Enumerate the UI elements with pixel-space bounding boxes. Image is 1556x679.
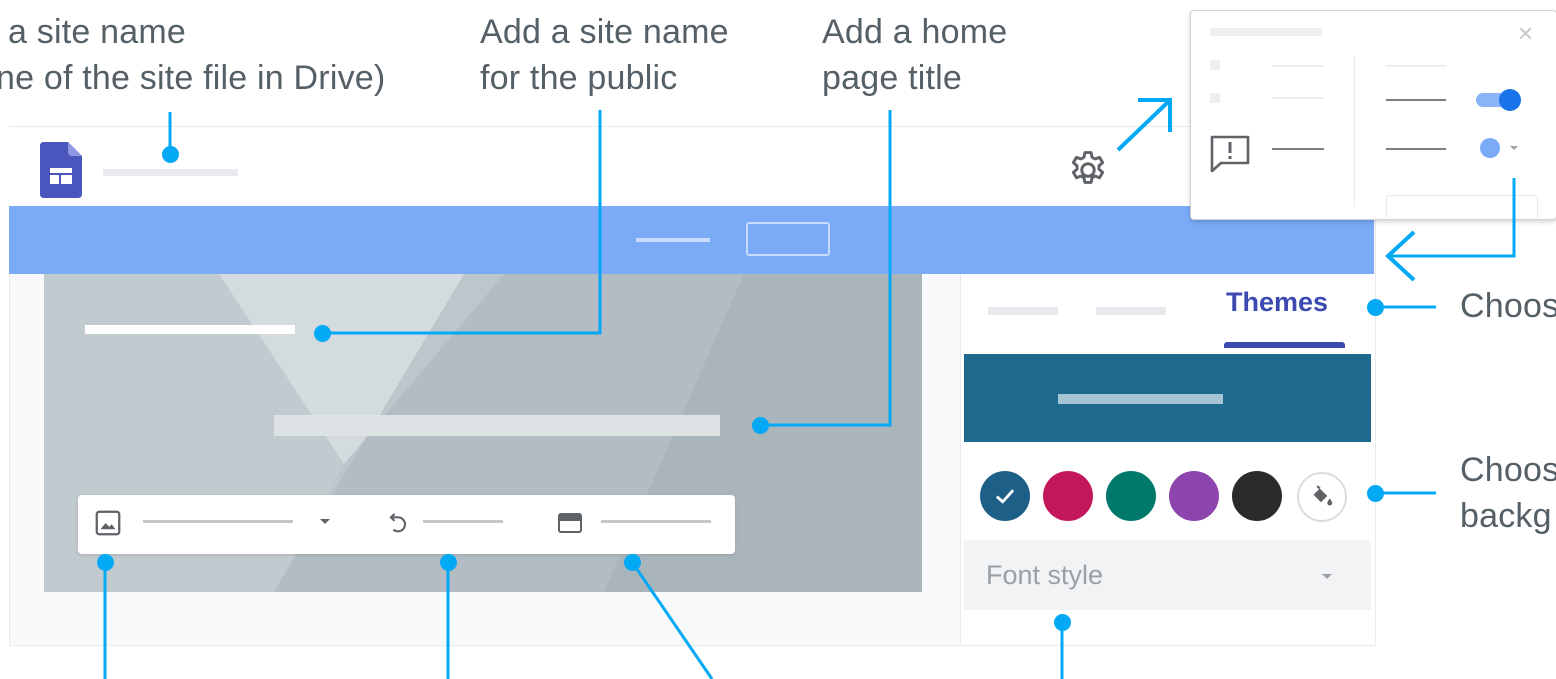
callout-home-title-line2: page title (822, 59, 962, 97)
home-page-title-field[interactable] (274, 415, 720, 436)
callout-public-name-line1: Add a site name (480, 13, 729, 51)
callout-dot-themes-tab (1367, 299, 1384, 316)
dialog-nav-item-1-label (1272, 65, 1324, 67)
callout-choose-bg-line2: backg (1460, 497, 1552, 535)
dialog-button-placeholder[interactable] (1386, 195, 1538, 218)
theme-name-placeholder (1058, 394, 1223, 404)
callout-dot-public-name (314, 325, 331, 342)
sites-logo-icon[interactable] (40, 142, 82, 203)
color-swatch-green[interactable] (1106, 471, 1156, 521)
close-icon[interactable]: × (1518, 18, 1533, 49)
callout-dot-background (1367, 485, 1384, 502)
callout-dot-site-name (162, 146, 179, 163)
callout-dot-header-type (624, 554, 641, 571)
reset-label-placeholder[interactable] (423, 520, 503, 523)
undo-icon[interactable] (384, 508, 412, 541)
callout-public-name-line2: for the public (480, 59, 678, 97)
callout-site-name-line1: a site name (8, 13, 186, 51)
color-swatch-purple[interactable] (1169, 471, 1219, 521)
color-swatch-pink[interactable] (1043, 471, 1093, 521)
editor-header (9, 127, 1374, 206)
public-site-name-field[interactable] (85, 325, 295, 334)
dialog-setting-row-3 (1386, 148, 1446, 150)
tab-insert-placeholder[interactable] (988, 307, 1058, 315)
callout-site-name-line2: ne of the site file in Drive) (0, 59, 386, 97)
callout-choose-bg-line1: Choos (1460, 451, 1556, 489)
callout-dot-font-style (1054, 614, 1071, 631)
arrowhead-nav-bar (1385, 230, 1416, 282)
feedback-icon[interactable] (1209, 134, 1251, 179)
tab-pages-placeholder[interactable] (1096, 307, 1166, 315)
color-picker-dropdown[interactable] (1474, 136, 1526, 165)
dialog-nav-item-3-label (1272, 148, 1324, 150)
tab-themes[interactable]: Themes (1226, 287, 1328, 318)
tab-themes-indicator (1224, 342, 1345, 348)
callout-choose-tab: Choos (1460, 287, 1556, 325)
dialog-column-divider (1354, 56, 1355, 206)
site-file-name-placeholder[interactable] (103, 169, 238, 176)
dropdown-arrow-icon[interactable] (318, 514, 332, 533)
callout-dot-reset (440, 554, 457, 571)
toggle-icon[interactable] (1474, 86, 1524, 119)
settings-gear-icon[interactable] (1066, 148, 1110, 197)
color-swatch-black[interactable] (1232, 471, 1282, 521)
nav-item-placeholder[interactable] (636, 238, 710, 242)
callout-dot-home-title (752, 417, 769, 434)
dialog-title-placeholder (1210, 28, 1322, 36)
dialog-nav-item-2[interactable] (1210, 93, 1220, 103)
dialog-nav-item-1[interactable] (1210, 60, 1220, 70)
font-style-label: Font style (986, 560, 1104, 590)
checkmark-icon (991, 482, 1019, 515)
dialog-setting-row-2 (1386, 99, 1446, 101)
layout-icon[interactable] (557, 511, 583, 540)
font-style-chevron-down-icon (1320, 569, 1334, 588)
paint-bucket-icon (1306, 481, 1336, 516)
change-image-label-placeholder[interactable] (143, 520, 293, 523)
dialog-setting-row-1 (1386, 65, 1446, 67)
callout-dot-image (97, 554, 114, 571)
callout-home-title-line1: Add a home (822, 13, 1008, 51)
dialog-nav-item-2-label (1272, 97, 1324, 99)
image-icon[interactable] (93, 508, 123, 543)
nav-button-placeholder[interactable] (746, 222, 830, 256)
header-type-label-placeholder[interactable] (601, 520, 711, 523)
